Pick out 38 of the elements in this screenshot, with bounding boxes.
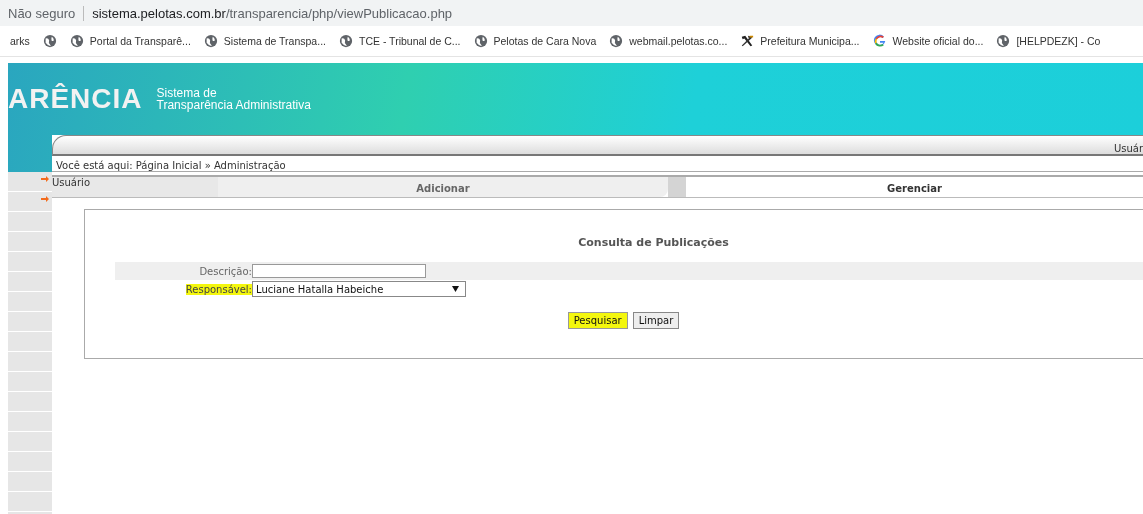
hammer-pick-icon xyxy=(740,34,755,48)
field-label: Descrição: xyxy=(199,265,252,277)
bookmark[interactable]: arks xyxy=(10,35,30,47)
tab-separator xyxy=(668,177,686,197)
google-g-icon xyxy=(872,34,887,48)
globe-icon xyxy=(69,34,84,48)
dropdown-caret-icon xyxy=(452,286,459,292)
description-field[interactable] xyxy=(252,264,426,278)
globe-icon xyxy=(996,34,1011,48)
bookmark[interactable]: TCE - Tribunal de C... xyxy=(358,35,461,47)
bookmark[interactable]: Sistema de Transpa... xyxy=(223,35,326,47)
bookmark[interactable]: [HELPDEZK] - Co xyxy=(1016,35,1101,47)
globe-icon xyxy=(203,34,218,48)
arrow-icon xyxy=(41,175,49,183)
field-label: Responsável: xyxy=(185,283,252,295)
bookmark[interactable]: Pelotas de Cara Nova xyxy=(493,35,597,47)
globe-icon xyxy=(338,34,353,48)
user-label: Usuár xyxy=(1113,143,1143,154)
arrow-icon xyxy=(41,195,49,203)
search-button[interactable]: Pesquisar xyxy=(567,312,628,329)
url-host[interactable]: sistema.pelotas.com.br xyxy=(92,5,226,21)
tab[interactable]: Adicionar xyxy=(218,177,668,197)
sidebar-label[interactable]: Usuário xyxy=(52,177,218,197)
responsible-dropdown[interactable]: Luciane Hatalla Habeiche xyxy=(252,281,466,297)
site-subtitle: Sistema de Transparência Administrativa xyxy=(156,87,311,111)
clear-button[interactable]: Limpar xyxy=(632,312,680,329)
globe-icon xyxy=(473,34,488,48)
bookmark[interactable]: Prefeitura Municipa... xyxy=(760,35,860,47)
bookmark[interactable]: Portal da Transparê... xyxy=(89,35,191,47)
globe-icon xyxy=(609,34,624,48)
globe-icon xyxy=(42,34,57,48)
form-title: Consulta de Publicações xyxy=(578,236,729,249)
bookmark[interactable]: webmail.pelotas.co... xyxy=(629,35,728,47)
security-label: Não seguro xyxy=(8,5,85,21)
site-logo: ARÊNCIA xyxy=(8,83,143,115)
bookmark[interactable]: Website oficial do... xyxy=(892,35,984,47)
breadcrumb: Você está aqui: Página Inicial » Administração xyxy=(56,160,286,171)
url-path[interactable]: /transparencia/php/viewPublicacao.php xyxy=(225,5,453,21)
